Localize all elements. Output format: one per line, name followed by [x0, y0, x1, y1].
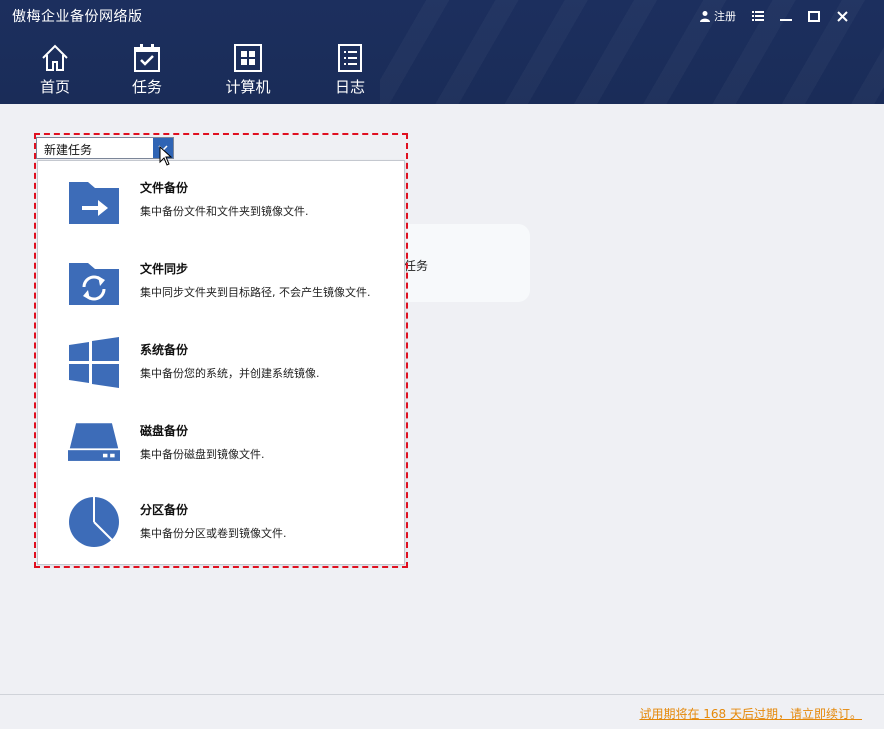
close-button[interactable] — [828, 6, 856, 26]
task-icon — [134, 44, 160, 72]
footer-divider — [0, 694, 884, 695]
menu-icon — [752, 11, 764, 21]
app-title: 傲梅企业备份网络版 — [12, 9, 143, 25]
user-icon — [700, 11, 710, 22]
header-bar: 傲梅企业备份网络版 注册 首页 任务 计算机 日志 — [0, 0, 884, 104]
nav-task[interactable]: 任务 — [117, 43, 177, 97]
nav-log-label: 日志 — [334, 78, 365, 96]
nav-home-label: 首页 — [39, 78, 70, 96]
minimize-icon — [780, 19, 792, 21]
nav-computer[interactable]: 计算机 — [218, 43, 278, 97]
highlight-box — [34, 133, 408, 568]
register-link[interactable]: 注册 — [699, 8, 736, 24]
close-icon — [836, 10, 848, 22]
computer-icon — [234, 44, 262, 72]
maximize-button[interactable] — [800, 6, 828, 26]
minimize-button[interactable] — [772, 6, 800, 26]
menu-button[interactable] — [744, 6, 772, 26]
nav-home[interactable]: 首页 — [25, 43, 85, 97]
nav-log[interactable]: 日志 — [320, 43, 380, 97]
register-label: 注册 — [714, 10, 736, 23]
maximize-icon — [808, 10, 820, 22]
log-icon — [338, 44, 362, 72]
home-icon — [42, 44, 68, 71]
nav-computer-label: 计算机 — [225, 78, 271, 96]
nav-task-label: 任务 — [131, 78, 162, 96]
window-controls: 注册 — [699, 6, 856, 26]
mouse-cursor-icon — [159, 146, 173, 166]
trial-renew-link[interactable]: 试用期将在 168 天后过期，请立即续订。 — [639, 705, 862, 722]
